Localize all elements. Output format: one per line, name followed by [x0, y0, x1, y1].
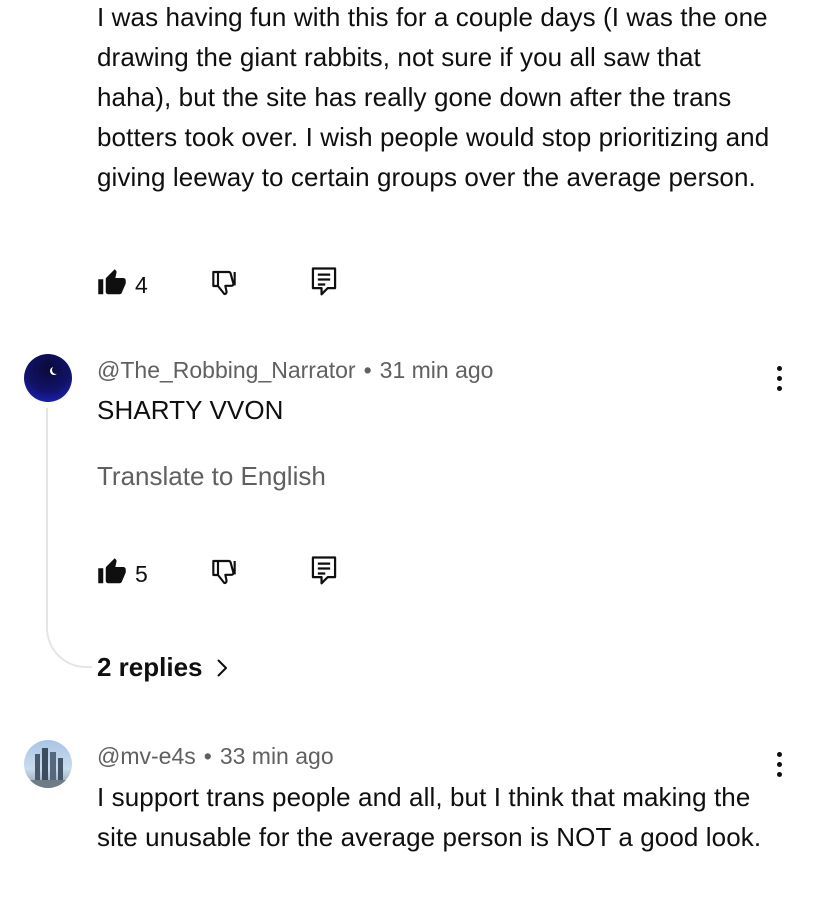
comment-text: I support trans people and all, but I th…	[97, 782, 762, 852]
reply-button[interactable]	[310, 266, 338, 303]
comment-meta: @mv-e4s • 33 min ago	[97, 741, 334, 771]
translate-link[interactable]: Translate to English	[97, 461, 326, 492]
separator: •	[203, 743, 212, 769]
separator: •	[363, 357, 372, 383]
thumbs-up-icon	[97, 557, 127, 592]
thread-line	[46, 408, 92, 668]
avatar[interactable]	[24, 354, 72, 402]
username[interactable]: @The_Robbing_Narrator	[97, 357, 356, 383]
comment-meta: @The_Robbing_Narrator • 31 min ago	[97, 355, 493, 385]
avatar-partial[interactable]	[30, 0, 70, 2]
reply-button[interactable]	[310, 555, 338, 592]
timestamp[interactable]: 31 min ago	[380, 357, 494, 383]
dislike-button[interactable]	[208, 557, 240, 594]
reply-comment-icon	[310, 267, 338, 302]
username[interactable]: @mv-e4s	[97, 743, 196, 769]
replies-label: 2 replies	[97, 652, 203, 682]
comment-text: I was having fun with this for a couple …	[97, 2, 770, 192]
dislike-button[interactable]	[208, 268, 240, 305]
more-vert-icon[interactable]	[774, 752, 784, 777]
replies-button[interactable]: 2 replies	[97, 652, 229, 683]
like-count: 4	[135, 272, 148, 298]
avatar[interactable]	[24, 740, 72, 788]
chevron-right-icon	[215, 657, 229, 679]
reply-comment-icon	[310, 556, 338, 591]
like-button[interactable]: 4	[97, 268, 148, 303]
more-vert-icon[interactable]	[774, 366, 784, 391]
thumbs-down-icon	[208, 270, 240, 304]
thumbs-up-icon	[97, 268, 127, 303]
thumbs-down-icon	[208, 559, 240, 593]
like-count: 5	[135, 561, 148, 587]
comment-text: SHARTY VVON	[97, 395, 284, 425]
timestamp[interactable]: 33 min ago	[220, 743, 334, 769]
like-button[interactable]: 5	[97, 557, 148, 592]
